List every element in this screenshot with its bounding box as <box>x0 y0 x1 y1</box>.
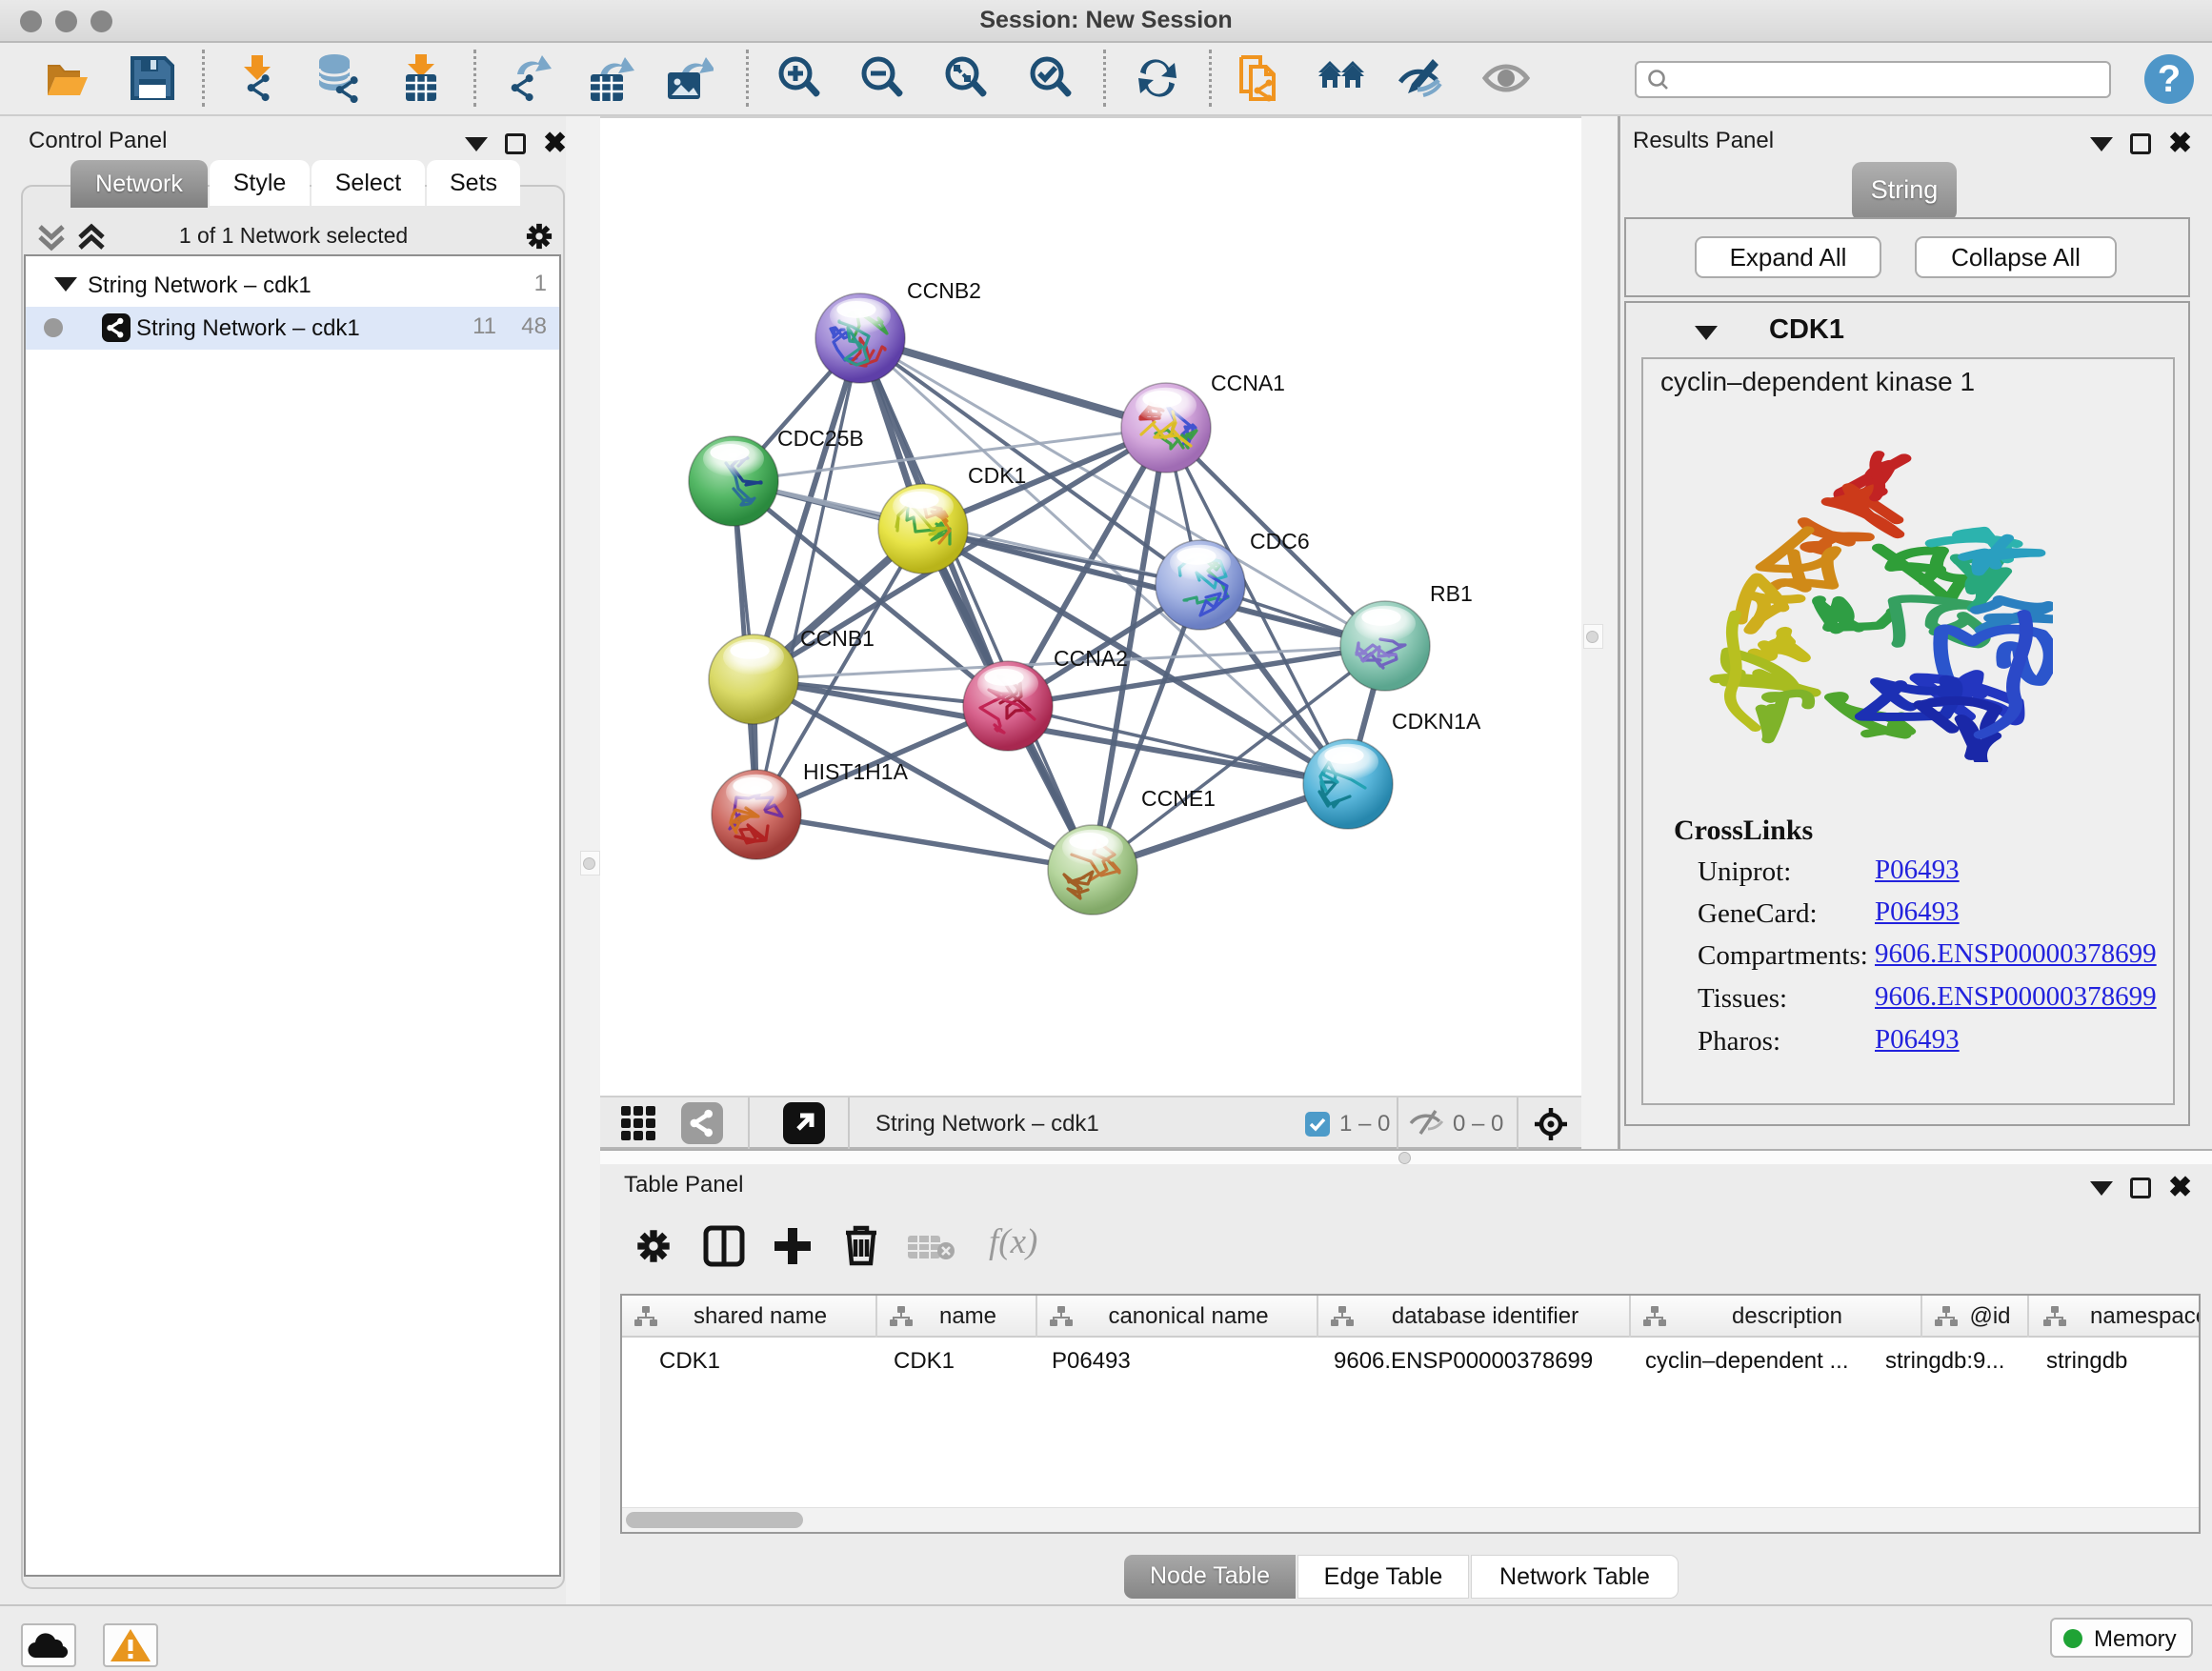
svg-text:CDK1: CDK1 <box>968 463 1026 488</box>
svg-text:HIST1H1A: HIST1H1A <box>803 759 909 784</box>
svg-text:CCNA2: CCNA2 <box>1054 646 1128 671</box>
svg-text:CDC25B: CDC25B <box>777 426 864 451</box>
svg-text:CDKN1A: CDKN1A <box>1392 709 1481 734</box>
svg-text:CCNB1: CCNB1 <box>800 626 875 651</box>
svg-text:CCNB2: CCNB2 <box>907 278 981 303</box>
svg-text:CCNA1: CCNA1 <box>1211 371 1285 395</box>
svg-text:RB1: RB1 <box>1430 581 1473 606</box>
svg-text:CCNE1: CCNE1 <box>1141 786 1216 811</box>
svg-text:CDC6: CDC6 <box>1250 529 1310 554</box>
